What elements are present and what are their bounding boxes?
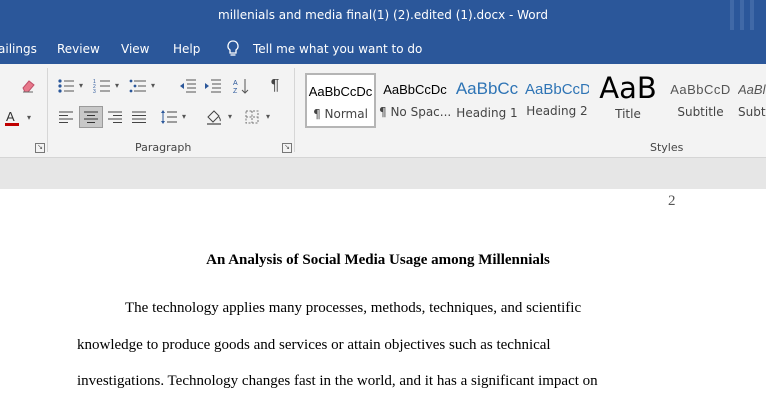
style-heading-2-sample: AaBbCcD xyxy=(525,81,589,98)
style-subtitle-sample: AaBbCcD xyxy=(670,82,731,97)
title-bar-decoration xyxy=(740,0,744,30)
borders-dropdown-icon[interactable]: ▾ xyxy=(266,112,270,121)
title-bar-decoration xyxy=(750,0,754,30)
svg-text:3: 3 xyxy=(93,89,96,94)
style-no-spacing-name: ¶ No Spac... xyxy=(379,105,452,119)
style-subtle-sample: AaBl xyxy=(738,82,766,97)
style-title-name: Title xyxy=(615,107,641,121)
svg-text:A: A xyxy=(6,109,15,124)
svg-text:A: A xyxy=(233,80,238,87)
style-normal-sample: AaBbCcDc xyxy=(308,84,373,99)
tab-help[interactable]: Help xyxy=(173,42,200,56)
borders-icon[interactable] xyxy=(241,107,263,127)
line-spacing-icon[interactable] xyxy=(158,107,180,127)
align-center-icon[interactable] xyxy=(79,106,103,128)
numbering-dropdown-icon[interactable]: ▾ xyxy=(115,81,119,90)
multilevel-dropdown-icon[interactable]: ▾ xyxy=(151,81,155,90)
increase-indent-icon[interactable] xyxy=(202,76,224,96)
eraser-icon[interactable] xyxy=(17,76,39,96)
paragraph-line: The technology applies many processes, m… xyxy=(125,300,582,316)
ribbon: A ▾ ↘ ▾ 123 ▾ ▾ AZ ¶ ▾ ▾ ▾ Paragraph ↘ A… xyxy=(0,64,766,158)
paragraph-line: investigations. Technology changes fast … xyxy=(77,373,598,389)
document-heading: An Analysis of Social Media Usage among … xyxy=(206,252,550,268)
style-heading-1-sample: AaBbCc xyxy=(455,79,519,98)
align-left-icon[interactable] xyxy=(55,107,77,127)
shading-dropdown-icon[interactable]: ▾ xyxy=(228,112,232,121)
style-title[interactable]: AaB Title xyxy=(594,72,662,128)
line-spacing-dropdown-icon[interactable]: ▾ xyxy=(182,112,186,121)
style-subtitle[interactable]: AaBbCcD Subtitle xyxy=(667,73,734,128)
decrease-indent-icon[interactable] xyxy=(177,76,199,96)
style-subtle-name: Subtl xyxy=(738,105,766,119)
font-color-dropdown-icon[interactable]: ▾ xyxy=(27,113,31,122)
tab-view[interactable]: View xyxy=(121,42,149,56)
title-bar-decoration xyxy=(730,0,734,30)
bullets-dropdown-icon[interactable]: ▾ xyxy=(79,81,83,90)
document-background xyxy=(0,158,766,189)
numbering-icon[interactable]: 123 xyxy=(91,76,113,96)
svg-text:Z: Z xyxy=(233,88,238,95)
font-dialog-launcher-icon[interactable]: ↘ xyxy=(35,143,45,153)
title-bar: millenials and media final(1) (2).edited… xyxy=(0,0,766,34)
font-color-icon[interactable]: A xyxy=(1,108,23,128)
page-number: 2 xyxy=(668,193,676,209)
lightbulb-icon[interactable] xyxy=(226,40,240,60)
tab-review[interactable]: Review xyxy=(57,42,100,56)
styles-group-label: Styles xyxy=(650,141,684,154)
style-no-spacing-sample: AaBbCcDc xyxy=(383,82,447,97)
shading-icon[interactable] xyxy=(203,107,225,127)
paragraph-line: knowledge to produce goods and services … xyxy=(77,337,551,353)
justify-icon[interactable] xyxy=(128,107,150,127)
style-no-spacing[interactable]: AaBbCcDc ¶ No Spac... xyxy=(379,73,451,128)
document-page[interactable]: 2 An Analysis of Social Media Usage amon… xyxy=(0,189,766,404)
ribbon-tabs: ailings Review View Help Tell me what yo… xyxy=(0,34,766,64)
paragraph-dialog-launcher-icon[interactable]: ↘ xyxy=(282,143,292,153)
tab-mailings[interactable]: ailings xyxy=(0,42,37,56)
style-title-sample: AaB xyxy=(599,72,657,104)
group-separator xyxy=(294,68,295,152)
paragraph-group-label: Paragraph xyxy=(135,141,192,154)
style-heading-1[interactable]: AaBbCc Heading 1 xyxy=(452,73,522,128)
tell-me-search[interactable]: Tell me what you want to do xyxy=(253,42,422,56)
bullets-icon[interactable] xyxy=(55,76,77,96)
style-heading-1-name: Heading 1 xyxy=(456,106,518,120)
group-separator xyxy=(47,68,48,152)
style-normal[interactable]: AaBbCcDc ¶ Normal xyxy=(305,73,376,128)
document-title: millenials and media final(1) (2).edited… xyxy=(218,8,548,22)
style-subtle-emphasis[interactable]: AaBl Subtl xyxy=(738,73,766,128)
style-heading-2[interactable]: AaBbCcD Heading 2 xyxy=(525,73,589,128)
align-right-icon[interactable] xyxy=(104,107,126,127)
multilevel-list-icon[interactable] xyxy=(127,76,149,96)
style-heading-2-name: Heading 2 xyxy=(526,104,588,118)
style-normal-name: ¶ Normal xyxy=(313,107,368,121)
pilcrow-icon[interactable]: ¶ xyxy=(264,76,286,96)
style-subtitle-name: Subtitle xyxy=(677,105,724,119)
sort-icon[interactable]: AZ xyxy=(231,76,253,96)
